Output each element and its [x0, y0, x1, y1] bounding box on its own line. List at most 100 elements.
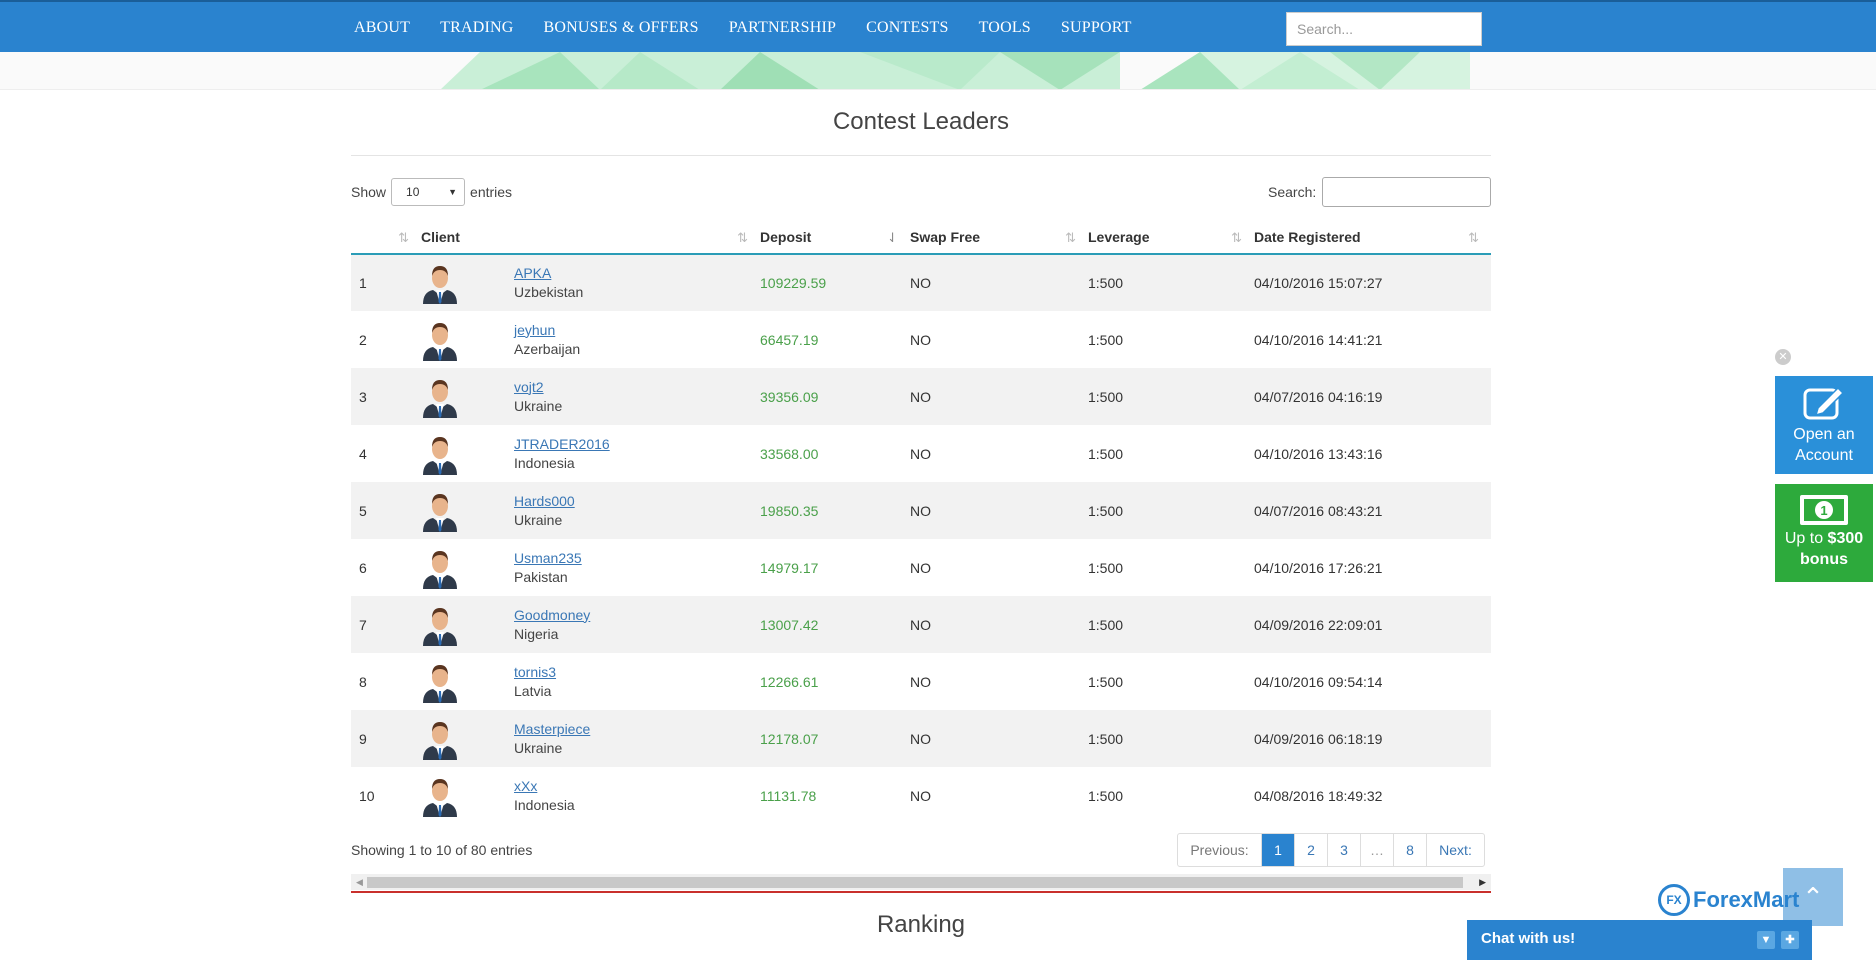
deposit-cell: 13007.42 [760, 596, 910, 653]
swap-free-cell: NO [910, 673, 931, 690]
client-country: Ukraine [514, 511, 563, 528]
open-account-line2: Account [1795, 447, 1853, 464]
avatar-icon [423, 778, 457, 817]
money-icon: 1 [1800, 495, 1848, 525]
bonus-button[interactable]: 1 Up to $300 bonus [1775, 484, 1873, 582]
nav-partnership[interactable]: PARTNERSHIP [729, 19, 836, 37]
client-name-link[interactable]: JTRADER2016 [514, 435, 610, 453]
client-name-link[interactable]: Goodmoney [514, 606, 590, 624]
banner-strip [0, 52, 1876, 90]
client-country: Indonesia [514, 454, 575, 471]
nav-trading[interactable]: TRADING [440, 19, 513, 37]
table-header-row: ⇅ Client ⇅ Deposit ⇃ Swap Free ⇅ Leverage ⇅ … [351, 220, 1491, 255]
leverage-cell: 1:500 [1088, 254, 1254, 311]
plus-icon[interactable]: ✚ [1781, 931, 1799, 949]
deposit-cell: 39356.09 [760, 368, 910, 425]
client-name-link[interactable]: Masterpiece [514, 720, 590, 738]
leverage-cell: 1:500 [1088, 482, 1254, 539]
table-row: 7 Goodmoney Nigeria 13007.42 NO 1:500 04… [351, 596, 1491, 653]
chevron-down-icon: ▼ [448, 187, 458, 197]
client-country: Latvia [514, 682, 552, 699]
rank-cell: 10 [359, 787, 375, 804]
swap-free-cell: NO [910, 710, 1088, 767]
chat-bar[interactable]: Chat with us! ▼ ✚ [1467, 920, 1812, 960]
pagination-next[interactable]: Next: [1427, 834, 1484, 866]
nav-support[interactable]: SUPPORT [1061, 19, 1132, 37]
rank-cell: 8 [359, 673, 367, 690]
open-account-button[interactable]: Open an Account [1775, 376, 1873, 474]
client-country: Uzbekistan [514, 284, 584, 300]
client-country: Ukraine [514, 397, 563, 414]
arrow-up-icon: ⌃ [1802, 882, 1824, 912]
close-icon[interactable]: ✕ [1775, 349, 1791, 365]
pagination-previous[interactable]: Previous: [1178, 834, 1262, 866]
client-name-link[interactable]: jeyhun [514, 321, 580, 339]
pagination-page-3[interactable]: 3 [1328, 834, 1361, 866]
client-country: Indonesia [514, 796, 575, 813]
nav-about[interactable]: ABOUT [354, 19, 410, 37]
page-length-select[interactable]: 10 ▼ [391, 178, 466, 206]
date-cell: 04/10/2016 13:43:16 [1254, 445, 1383, 462]
show-label: Show [351, 184, 387, 200]
client-country: Pakistan [514, 568, 568, 585]
top-navbar: ABOUT TRADING BONUSES & OFFERS PARTNERSH… [0, 0, 1876, 52]
sort-icon: ⇅ [737, 230, 748, 245]
nav-contests[interactable]: CONTESTS [866, 19, 949, 37]
logo-text: ForexMart [1693, 887, 1800, 912]
chevron-down-icon[interactable]: ▼ [1757, 931, 1775, 949]
table-row: 2 jeyhun Azerbaijan 66457.19 NO 1:500 04… [351, 311, 1491, 368]
swap-free-cell: NO [910, 787, 931, 804]
table-search-input[interactable] [1322, 177, 1492, 207]
divider [351, 891, 1491, 893]
site-search-input[interactable] [1286, 12, 1482, 46]
col-leverage[interactable]: Leverage ⇅ [1088, 220, 1254, 255]
logo-badge: FX [1658, 884, 1690, 916]
table-row: 5 Hards000 Ukraine 19850.35 NO 1:500 04/… [351, 482, 1491, 539]
avatar-icon [423, 322, 457, 361]
main-nav: ABOUT TRADING BONUSES & OFFERS PARTNERSH… [354, 2, 1162, 54]
leverage-cell: 1:500 [1088, 559, 1124, 576]
pagination-page-2[interactable]: 2 [1295, 834, 1328, 866]
col-swap-free[interactable]: Swap Free ⇅ [910, 220, 1088, 255]
swap-free-cell: NO [910, 368, 1088, 425]
page-length-value: 10 [406, 185, 420, 199]
nav-tools[interactable]: TOOLS [979, 19, 1031, 37]
bonus-text: Up to $300 [1784, 530, 1864, 547]
table-row: 10 xXx Indonesia 11131.78 NO 1:500 04/08… [351, 767, 1491, 824]
scroll-right-icon[interactable]: ▶ [1479, 877, 1486, 888]
col-client[interactable]: Client ⇅ [421, 220, 760, 255]
client-cell: jeyhun Azerbaijan [421, 311, 760, 368]
client-name-link[interactable]: APKA [514, 264, 583, 282]
pagination-page-1[interactable]: 1 [1262, 834, 1295, 866]
scrollbar-thumb[interactable] [367, 877, 1463, 888]
table-search: Search: [1268, 177, 1492, 207]
swap-free-cell: NO [910, 596, 1088, 653]
avatar-icon [423, 436, 457, 475]
table-info: Showing 1 to 10 of 80 entries [351, 842, 533, 858]
swap-free-cell: NO [910, 331, 931, 348]
client-name-link[interactable]: tornis3 [514, 663, 556, 681]
date-cell: 04/10/2016 09:54:14 [1254, 673, 1383, 690]
date-cell: 04/07/2016 04:16:19 [1254, 368, 1491, 425]
scroll-left-icon[interactable]: ◀ [356, 877, 363, 888]
nav-bonuses[interactable]: BONUSES & OFFERS [544, 19, 699, 37]
pagination-page-8[interactable]: 8 [1394, 834, 1427, 866]
client-name-link[interactable]: Hards000 [514, 492, 575, 510]
avatar-icon [423, 379, 457, 418]
col-date-registered[interactable]: Date Registered ⇅ [1254, 220, 1491, 255]
table-row: 6 Usman235 Pakistan 14979.17 NO 1:500 04… [351, 539, 1491, 596]
deposit-cell: 11131.78 [760, 787, 817, 804]
deposit-cell: 12266.61 [760, 673, 819, 690]
client-name-link[interactable]: xXx [514, 777, 575, 795]
horizontal-scrollbar[interactable]: ◀ ▶ [351, 874, 1491, 890]
forexmart-logo: FX ForexMart [1658, 884, 1799, 916]
avatar-icon [423, 550, 457, 589]
client-name-link[interactable]: Usman235 [514, 549, 582, 567]
col-rank[interactable]: ⇅ [351, 220, 421, 255]
edit-icon [1803, 386, 1845, 420]
deposit-cell: 33568.00 [760, 445, 819, 462]
rank-cell: 4 [359, 445, 367, 462]
col-deposit[interactable]: Deposit ⇃ [760, 220, 910, 255]
client-name-link[interactable]: vojt2 [514, 378, 562, 396]
entries-label: entries [470, 184, 513, 200]
